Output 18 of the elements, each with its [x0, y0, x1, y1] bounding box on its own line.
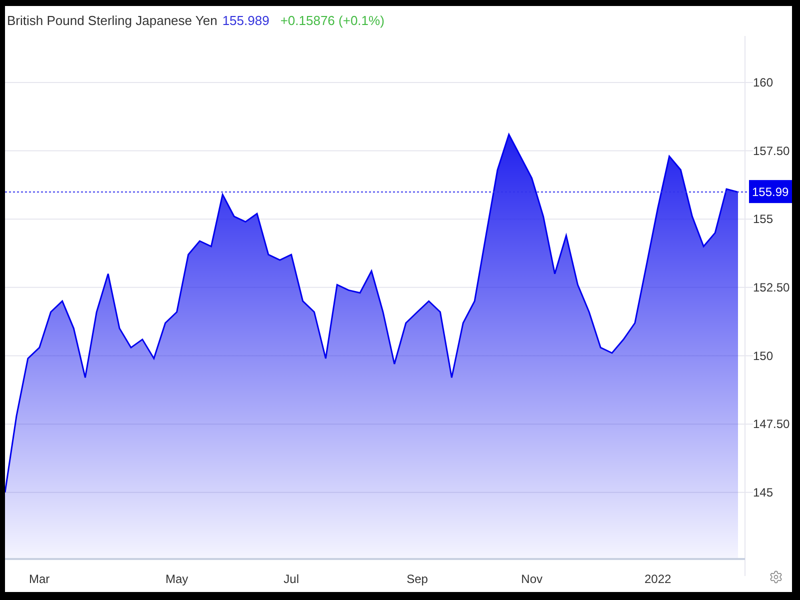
price-tag: 155.99 [749, 180, 792, 204]
axis-label: 160 [753, 75, 774, 90]
axis-label: 2022 [644, 572, 672, 586]
instrument-name: British Pound Sterling Japanese Yen [7, 12, 218, 30]
axis-label: 147.50 [753, 417, 790, 432]
axis-label: Jul [284, 572, 299, 586]
price-change: +0.15876 (+0.1%) [280, 12, 384, 30]
axis-label: 157.50 [753, 144, 790, 158]
axis-label: 152.50 [753, 280, 790, 294]
axis-label: 145 [753, 485, 774, 500]
axis-label: May [165, 572, 188, 586]
axis-label: 155 [753, 212, 774, 226]
settings-icon[interactable] [770, 571, 782, 583]
axis-label: Mar [29, 572, 50, 586]
axis-label: 150 [753, 348, 774, 363]
axis-label: Nov [521, 572, 543, 586]
axis-label: Sep [406, 572, 428, 586]
price: 155.989 [222, 12, 270, 30]
